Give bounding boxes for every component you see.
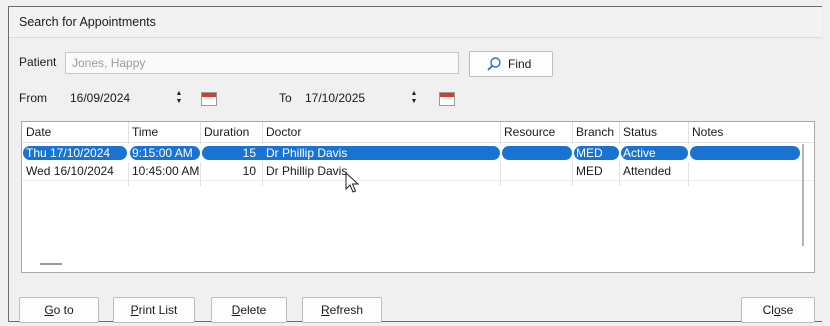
search-appointments-window: Search for Appointments Patient Jones, H… (8, 6, 822, 323)
column-header-doctor[interactable]: Doctor (266, 125, 301, 139)
column-header-branch[interactable]: Branch (576, 125, 614, 139)
selection-highlight (502, 146, 572, 160)
cell-status: Attended (623, 164, 672, 178)
to-label: To (279, 91, 292, 105)
print-list-button[interactable]: Print List (113, 297, 195, 323)
window-title: Search for Appointments (19, 15, 156, 29)
search-icon (487, 57, 501, 71)
cell-doctor: Dr Phillip Davis (266, 146, 348, 160)
from-date-value: 16/09/2024 (70, 91, 131, 105)
patient-field[interactable]: Jones, Happy (65, 52, 459, 74)
patient-label: Patient (19, 55, 57, 69)
horizontal-scrollbar[interactable] (40, 263, 62, 265)
go-to-accelerator: G (44, 303, 54, 317)
cell-doctor: Dr Phillip Davis (266, 164, 348, 178)
find-button[interactable]: Find (469, 51, 553, 77)
cell-time: 10:45:00 AM (132, 164, 200, 178)
table-header: Date Time Duration Doctor Resource Branc… (22, 122, 814, 143)
column-header-date[interactable]: Date (26, 125, 51, 139)
close-label-prefix: Cl (762, 303, 774, 317)
cell-date: Thu 17/10/2024 (26, 146, 111, 160)
find-label: Find (508, 57, 532, 71)
table-row[interactable]: Thu 17/10/2024 9:15:00 AM 15 Dr Phillip … (22, 144, 814, 162)
cell-duration: 15 (242, 146, 256, 160)
column-header-resource[interactable]: Resource (504, 125, 555, 139)
delete-accelerator: D (231, 303, 241, 317)
cell-status: Active (623, 146, 656, 160)
column-header-time[interactable]: Time (132, 125, 158, 139)
spin-up-icon: ▲ (410, 90, 418, 97)
from-label: From (19, 91, 47, 105)
to-date-value: 17/10/2025 (305, 91, 366, 105)
to-date-spinner[interactable]: ▲ ▼ (409, 90, 419, 108)
column-header-duration[interactable]: Duration (204, 125, 249, 139)
delete-button[interactable]: Delete (211, 297, 287, 323)
column-header-notes[interactable]: Notes (692, 125, 723, 139)
vertical-scrollbar[interactable] (802, 144, 804, 246)
column-header-status[interactable]: Status (623, 125, 657, 139)
delete-label: elete (240, 303, 267, 317)
close-label-suffix: se (780, 303, 794, 317)
cell-branch: MED (576, 164, 603, 178)
cell-duration: 10 (242, 164, 256, 178)
refresh-accelerator: R (320, 303, 330, 317)
close-accelerator: o (773, 303, 781, 317)
from-calendar-icon[interactable] (201, 92, 217, 106)
spin-down-icon: ▼ (410, 98, 418, 105)
print-list-accelerator: P (130, 303, 139, 317)
mouse-cursor-icon (345, 172, 359, 193)
appointments-table[interactable]: Date Time Duration Doctor Resource Branc… (21, 121, 815, 273)
from-date-spinner[interactable]: ▲ ▼ (174, 90, 184, 108)
spin-up-icon: ▲ (175, 90, 183, 97)
cell-date: Wed 16/10/2024 (26, 164, 114, 178)
go-to-label: o to (53, 303, 74, 317)
cell-branch: MED (576, 146, 603, 160)
print-list-label: rint List (138, 303, 178, 317)
to-calendar-icon[interactable] (439, 92, 455, 106)
refresh-button[interactable]: Refresh (302, 297, 382, 323)
spin-down-icon: ▼ (175, 98, 183, 105)
close-button[interactable]: Close (741, 297, 815, 323)
go-to-button[interactable]: Go to (19, 297, 99, 323)
title-bar: Search for Appointments (9, 7, 822, 38)
refresh-label: efresh (329, 303, 364, 317)
cell-time: 9:15:00 AM (132, 146, 193, 160)
table-row[interactable]: Wed 16/10/2024 10:45:00 AM 10 Dr Phillip… (22, 162, 814, 181)
selection-highlight (690, 146, 800, 160)
